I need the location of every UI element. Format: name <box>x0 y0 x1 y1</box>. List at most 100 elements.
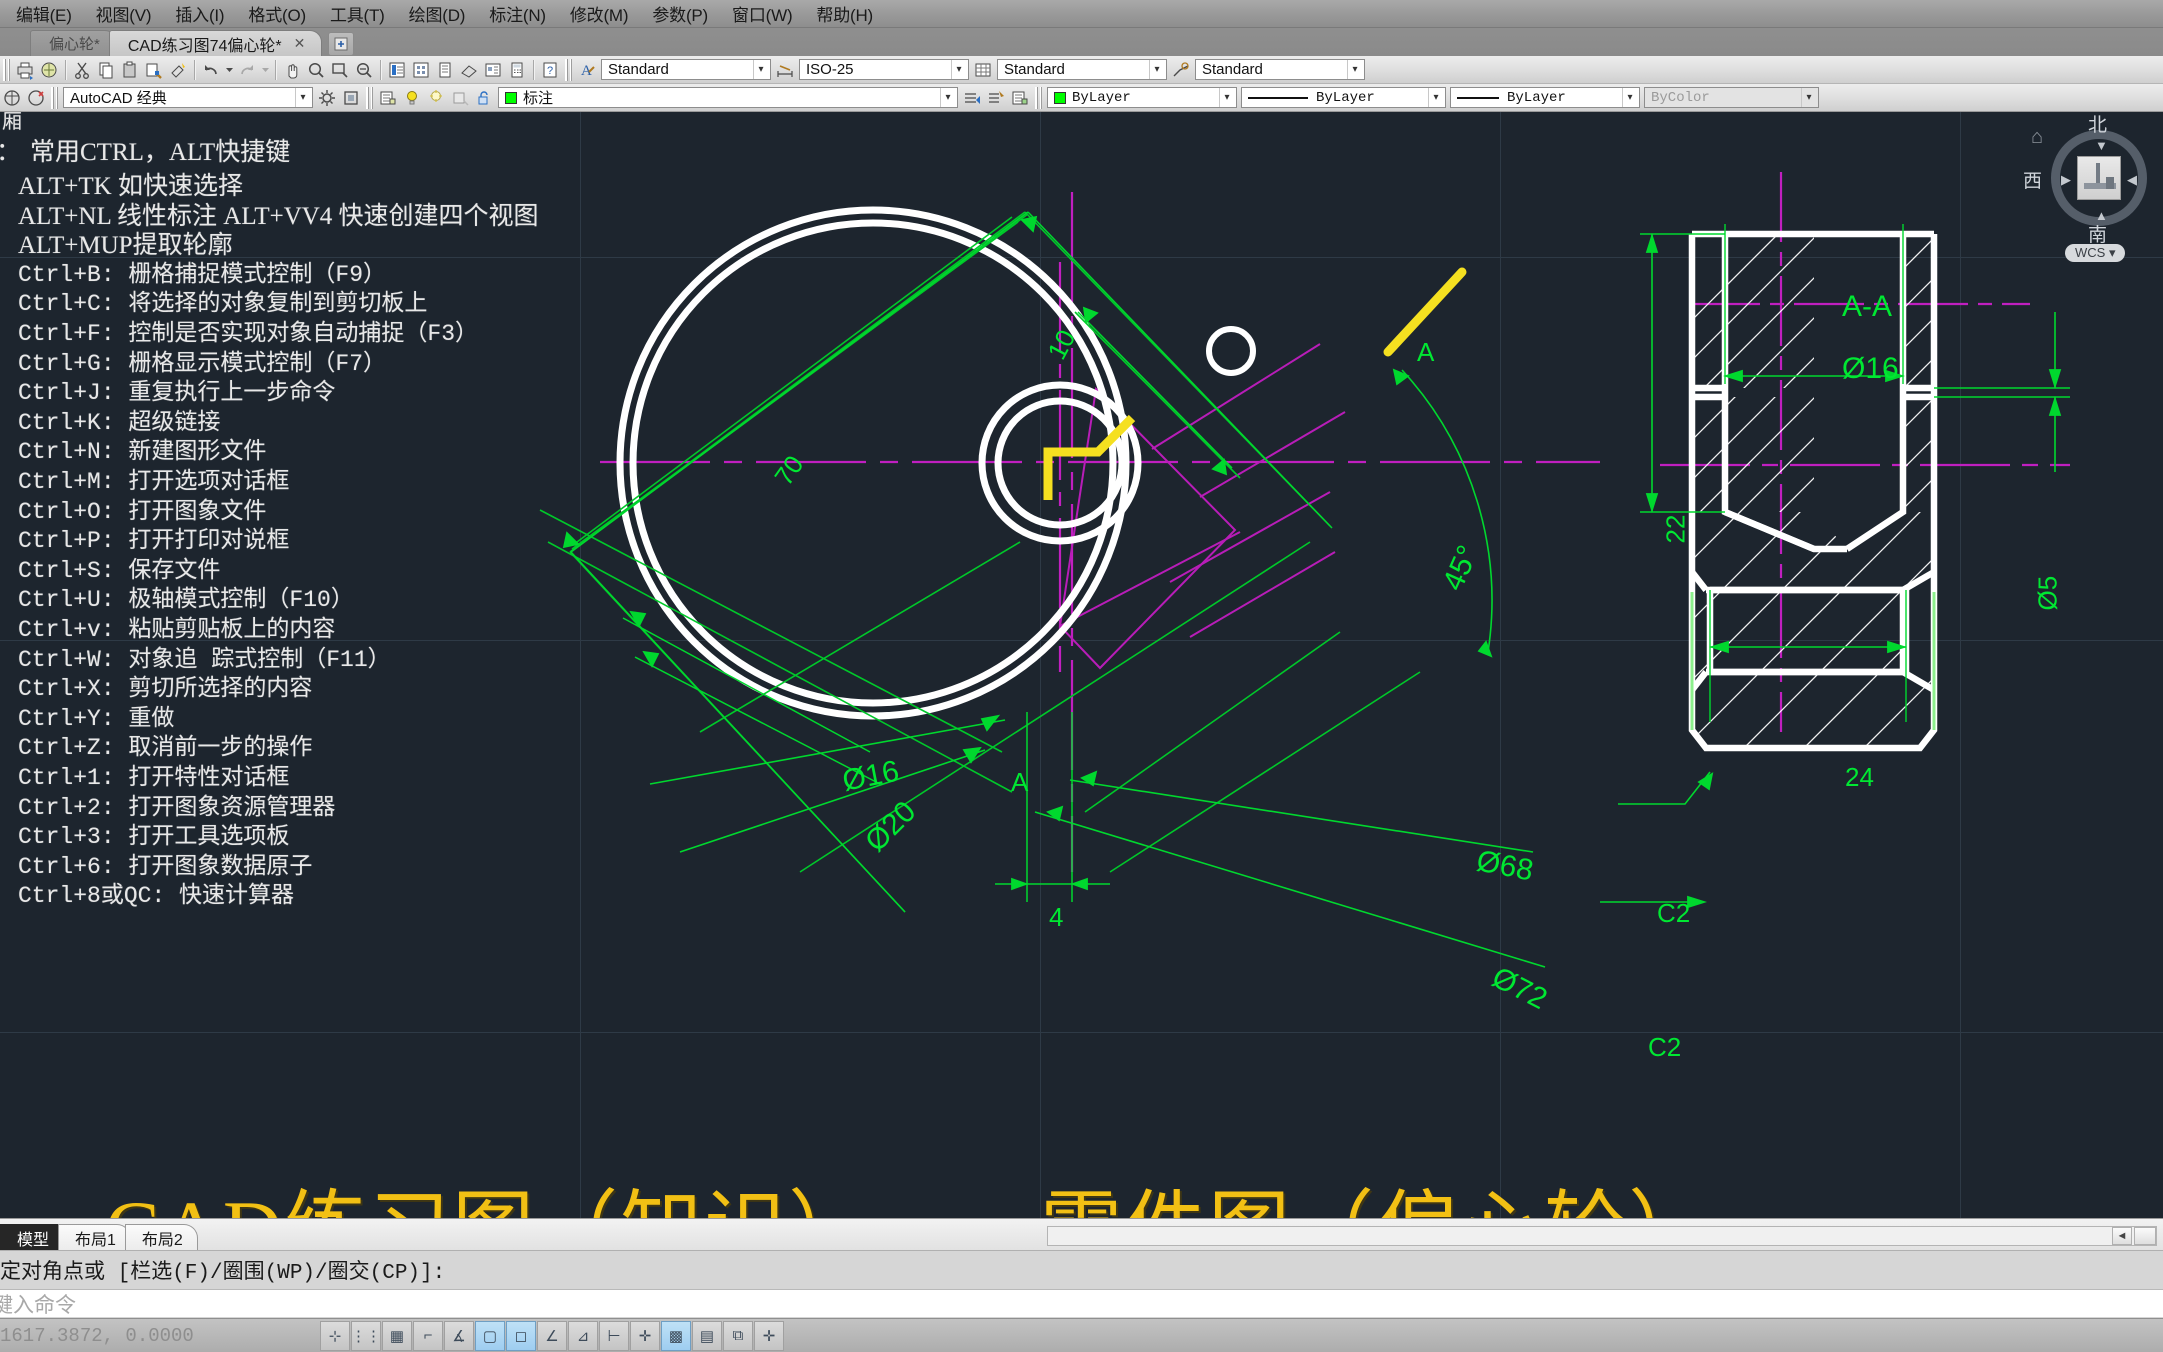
tool-palettes-icon[interactable] <box>433 58 457 82</box>
object-snap-toggle[interactable]: ▢ <box>475 1320 505 1351</box>
toolbar-grip[interactable] <box>366 86 373 109</box>
quick-properties-toggle[interactable]: ▤ <box>692 1320 722 1351</box>
coordinate-display[interactable]: 1617.3872, 0.0000 <box>0 1325 320 1347</box>
workspace-settings-small-icon[interactable] <box>24 86 48 110</box>
designcenter-icon[interactable] <box>409 58 433 82</box>
toolbar-grip[interactable] <box>1035 86 1042 109</box>
help-icon[interactable]: ? <box>538 58 562 82</box>
menu-item-10[interactable]: 帮助(H) <box>804 0 885 28</box>
menu-item-2[interactable]: 插入(I) <box>163 0 236 28</box>
layout-tab-2[interactable]: 布局2 <box>124 1224 198 1250</box>
chevron-down-icon[interactable]: ▾ <box>295 88 310 107</box>
erase-icon[interactable] <box>166 58 190 82</box>
linetype-combo[interactable]: ByLayer ▾ <box>1241 87 1446 108</box>
drawing-canvas[interactable]: 厢 ： 常用CTRL，ALT快捷键 ALT+TK 如快速选择ALT+NL 线性标… <box>0 112 2163 1218</box>
menu-item-1[interactable]: 视图(V) <box>84 0 164 28</box>
toolbar-grip[interactable] <box>565 58 572 81</box>
3d-osnap-toggle[interactable]: ◻ <box>506 1320 536 1351</box>
pan-icon[interactable] <box>280 58 304 82</box>
match-properties-icon[interactable] <box>142 58 166 82</box>
ucs-selector[interactable]: WCS ▾ <box>2065 244 2126 262</box>
grid-mode-toggle[interactable]: ▦ <box>382 1320 412 1351</box>
paste-icon[interactable] <box>118 58 142 82</box>
quickcalc-icon[interactable] <box>505 58 529 82</box>
table-style-icon[interactable] <box>971 58 995 82</box>
gear-icon[interactable] <box>315 86 339 110</box>
menu-item-0[interactable]: 编辑(E) <box>4 0 84 28</box>
plot-icon[interactable] <box>13 58 37 82</box>
undo-icon[interactable] <box>199 58 223 82</box>
undo-dropdown-icon[interactable] <box>223 58 235 82</box>
layer-freeze-vp-icon[interactable] <box>448 86 472 110</box>
view-cube-face[interactable] <box>2077 156 2121 200</box>
chevron-up-icon[interactable]: ▲ <box>2095 208 2108 223</box>
dynamic-input-toggle[interactable]: ⊢ <box>599 1320 629 1351</box>
workspace-lock-icon[interactable] <box>339 86 363 110</box>
zoom-window-icon[interactable] <box>328 58 352 82</box>
table-style-combo[interactable]: Standard ▾ <box>997 59 1167 80</box>
mleader-style-combo[interactable]: Standard ▾ <box>1195 59 1365 80</box>
zoom-realtime-icon[interactable] <box>304 58 328 82</box>
copy-icon[interactable] <box>94 58 118 82</box>
new-tab-button[interactable] <box>328 32 355 56</box>
polar-tracking-toggle[interactable]: ∡ <box>444 1320 474 1351</box>
annotation-monitor-toggle[interactable]: ✛ <box>754 1320 784 1351</box>
home-icon[interactable]: ⌂ <box>2031 126 2043 149</box>
workspace-combo[interactable]: AutoCAD 经典 ▾ <box>63 87 313 108</box>
chevron-down-icon[interactable]: ▼ <box>2095 138 2108 153</box>
chevron-down-icon[interactable]: ▾ <box>951 60 966 79</box>
dynamic-ucs-toggle[interactable]: ⊿ <box>568 1320 598 1351</box>
text-style-icon[interactable]: A <box>575 58 599 82</box>
chevron-down-icon[interactable]: ▾ <box>1428 88 1443 107</box>
lineweight-toggle[interactable]: ✛ <box>630 1320 660 1351</box>
redo-dropdown-icon[interactable] <box>259 58 271 82</box>
layer-freeze-icon[interactable] <box>424 86 448 110</box>
mleader-style-icon[interactable] <box>1169 58 1193 82</box>
chevron-down-icon[interactable]: ▾ <box>753 60 768 79</box>
layout-tab-1[interactable]: 布局1 <box>58 1224 131 1250</box>
menu-item-5[interactable]: 绘图(D) <box>397 0 478 28</box>
chevron-down-icon[interactable]: ▾ <box>1149 60 1164 79</box>
text-style-combo[interactable]: Standard ▾ <box>601 59 771 80</box>
menu-item-4[interactable]: 工具(T) <box>318 0 397 28</box>
make-object-layer-current-icon[interactable] <box>984 86 1008 110</box>
chevron-down-icon[interactable]: ▾ <box>940 88 955 107</box>
layer-state-icon[interactable] <box>1008 86 1032 110</box>
color-combo[interactable]: ByLayer ▾ <box>1047 87 1237 108</box>
menu-item-3[interactable]: 格式(O) <box>236 0 318 28</box>
plot-preview-icon[interactable] <box>37 58 61 82</box>
layer-on-icon[interactable] <box>400 86 424 110</box>
lineweight-combo[interactable]: ByLayer ▾ <box>1450 87 1640 108</box>
file-tab-active[interactable]: CAD练习图74偏心轮* ✕ <box>108 30 323 56</box>
chevron-left-icon[interactable]: ◀ <box>2127 172 2137 188</box>
scroll-left-icon[interactable]: ◄ <box>2112 1227 2132 1245</box>
dimension-style-combo[interactable]: ISO-25 ▾ <box>799 59 969 80</box>
chevron-down-icon[interactable]: ▾ <box>1347 60 1362 79</box>
chevron-down-icon[interactable]: ▾ <box>1219 88 1234 107</box>
command-input-row[interactable]: 键入命令 <box>0 1289 2163 1319</box>
snap-mode-toggle[interactable]: ⊹ <box>320 1320 350 1351</box>
grid-display-toggle[interactable]: ⋮⋮ <box>351 1320 381 1351</box>
dimension-style-icon[interactable] <box>773 58 797 82</box>
redo-icon[interactable] <box>235 58 259 82</box>
workspace-icon[interactable] <box>0 86 24 110</box>
layer-properties-icon[interactable] <box>376 86 400 110</box>
sheetset-icon[interactable] <box>457 58 481 82</box>
markup-icon[interactable] <box>481 58 505 82</box>
cut-icon[interactable] <box>70 58 94 82</box>
toolbar-grip[interactable] <box>51 86 58 109</box>
layer-combo[interactable]: 标注 ▾ <box>498 87 958 108</box>
close-icon[interactable]: ✕ <box>294 35 306 52</box>
transparency-toggle[interactable]: ▩ <box>661 1320 691 1351</box>
chevron-down-icon[interactable]: ▾ <box>1622 88 1637 107</box>
selection-cycling-toggle[interactable]: ⧉ <box>723 1320 753 1351</box>
menu-item-7[interactable]: 修改(M) <box>558 0 640 28</box>
scrollbar-thumb[interactable] <box>2134 1227 2156 1245</box>
file-tab-inactive[interactable]: 偏心轮* <box>30 30 117 56</box>
layer-previous-icon[interactable] <box>960 86 984 110</box>
toolbar-grip[interactable] <box>3 58 10 81</box>
menu-item-9[interactable]: 窗口(W) <box>720 0 804 28</box>
layer-lock-icon[interactable] <box>472 86 496 110</box>
chevron-right-icon[interactable]: ▶ <box>2061 172 2071 188</box>
menu-item-6[interactable]: 标注(N) <box>477 0 558 28</box>
